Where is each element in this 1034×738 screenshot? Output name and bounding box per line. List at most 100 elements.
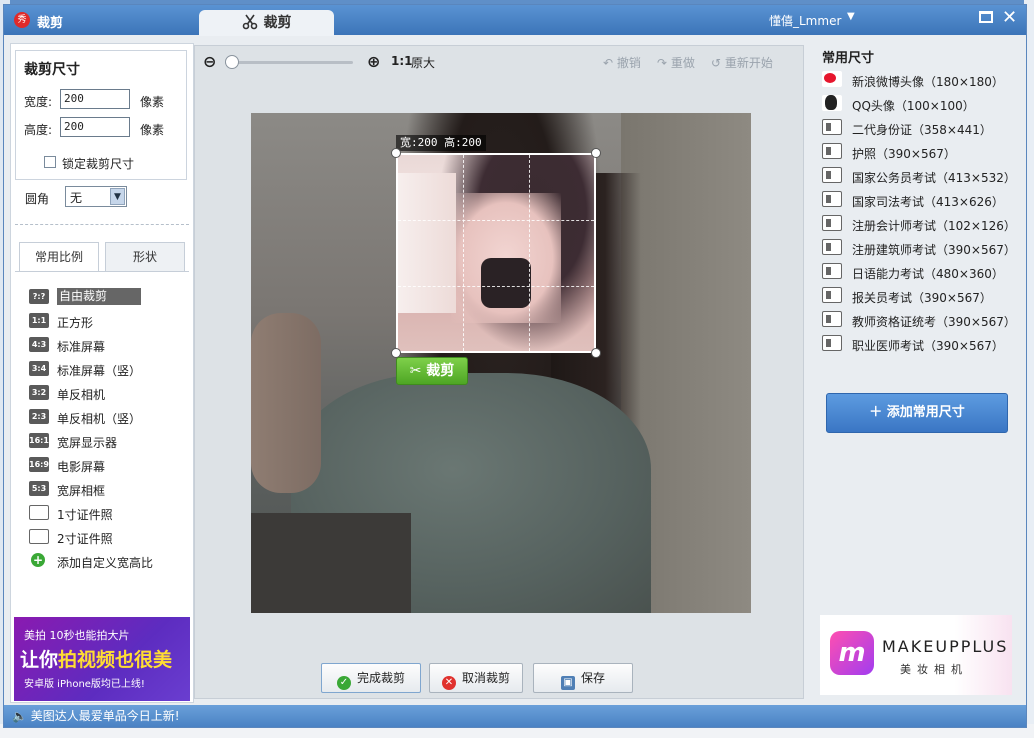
zoom-out-icon[interactable]: ⊖ (203, 52, 216, 71)
size-item-qq[interactable]: QQ头像（100×100） (822, 94, 1022, 114)
ratio-item-5-3[interactable]: 5:3 宽屏相框 (29, 479, 189, 499)
user-menu-caret-icon[interactable]: ▼ (847, 11, 855, 22)
ratio-label: 宽屏显示器 (57, 436, 118, 450)
ratio-item-square[interactable]: 1:1 正方形 (29, 311, 189, 331)
zoom-original-label[interactable]: 原大 (411, 54, 435, 71)
right-panel: 常用尺寸 新浪微博头像（180×180） QQ头像（100×100） 二代身份证… (812, 41, 1022, 701)
free-ratio-icon: ?:? (29, 289, 49, 304)
tab-shape[interactable]: 形状 (105, 242, 185, 272)
ad-title: MAKEUPPLUS (882, 637, 1009, 656)
ratio-4-3-icon: 4:3 (29, 337, 49, 352)
crop-handle-bottom-right[interactable] (591, 348, 601, 358)
ratio-item-2inch-photo[interactable]: 2寸证件照 (29, 527, 189, 547)
size-label: 注册会计师考试（102×126） (852, 219, 1016, 233)
save-button[interactable]: ▣ 保存 (533, 663, 633, 693)
undo-button[interactable]: ↶ 撤销 (603, 54, 641, 71)
add-custom-ratio[interactable]: + 添加自定义宽高比 (29, 551, 189, 571)
width-unit: 像素 (140, 95, 165, 109)
ratio-16-10-icon: 16:10 (29, 433, 54, 448)
tab-crop[interactable]: 裁剪 (199, 10, 334, 36)
zoom-toolbar: ⊖ ⊕ 1:1 原大 (203, 52, 453, 72)
tab-common-ratio[interactable]: 常用比例 (19, 242, 99, 272)
crop-handle-top-left[interactable] (391, 148, 401, 158)
photo-canvas[interactable]: 宽:200 高:200 ✂ 裁剪 (251, 113, 751, 613)
zoom-slider-thumb[interactable] (225, 55, 239, 69)
add-common-size-label: 添加常用尺寸 (886, 405, 965, 420)
size-label: 新浪微博头像（180×180） (852, 75, 1004, 89)
crop-size-title: 裁剪尺寸 (24, 62, 80, 78)
ratio-item-4-3[interactable]: 4:3 标准屏幕 (29, 335, 189, 355)
check-icon: ✓ (336, 676, 351, 690)
zoom-in-icon[interactable]: ⊕ (367, 52, 380, 71)
photo-arm (251, 313, 321, 493)
grid-line (398, 286, 594, 287)
ratio-item-16-9[interactable]: 16:9 电影屏幕 (29, 455, 189, 475)
user-name[interactable]: 懂僖_Lmmer (769, 12, 841, 29)
restart-button[interactable]: ↺ 重新开始 (711, 54, 773, 71)
redo-button[interactable]: ↷ 重做 (657, 54, 695, 71)
size-item-teacher[interactable]: 教师资格证统考（390×567） (822, 310, 1022, 330)
id-card-icon (822, 335, 842, 351)
ratio-item-free[interactable]: ?:? 自由裁剪 (29, 287, 189, 307)
ratio-item-3-4[interactable]: 3:4 标准屏幕（竖） (29, 359, 189, 379)
dropdown-arrow-icon[interactable]: ▼ (110, 188, 125, 205)
undo-label: 撤销 (616, 56, 641, 70)
id-card-icon (822, 143, 842, 159)
corner-select-value: 无 (70, 191, 83, 205)
ratio-label: 自由裁剪 (57, 288, 142, 305)
width-input[interactable]: 200 (60, 89, 130, 109)
ratio-item-1inch-photo[interactable]: 1寸证件照 (29, 503, 189, 523)
ratio-item-3-2[interactable]: 3:2 单反相机 (29, 383, 189, 403)
ratio-label: 1寸证件照 (57, 508, 113, 522)
ad-line-3: 安卓版 iPhone版均已上线! (24, 679, 145, 690)
id-card-icon (822, 263, 842, 279)
size-item-id-card[interactable]: 二代身份证（358×441） (822, 118, 1022, 138)
size-item-cpa[interactable]: 注册会计师考试（102×126） (822, 214, 1022, 234)
crop-frame[interactable] (396, 153, 596, 353)
save-label: 保存 (580, 671, 605, 685)
size-item-judicial[interactable]: 国家司法考试（413×626） (822, 190, 1022, 210)
save-icon: ▣ (560, 676, 575, 690)
scissors-icon: ✂ (409, 363, 427, 379)
size-item-passport[interactable]: 护照（390×567） (822, 142, 1022, 162)
height-input[interactable]: 200 (60, 117, 130, 137)
ratio-label: 电影屏幕 (57, 460, 106, 474)
speaker-icon: 🔈 (12, 709, 31, 723)
ratio-label: 正方形 (57, 316, 94, 330)
size-item-civil-service[interactable]: 国家公务员考试（413×532） (822, 166, 1022, 186)
maximize-button[interactable] (979, 11, 993, 23)
size-item-physician[interactable]: 职业医师考试（390×567） (822, 334, 1022, 354)
id-card-icon (822, 191, 842, 207)
makeupplus-ad[interactable]: m MAKEUPPLUS 美妆相机 (820, 615, 1012, 695)
crop-handle-top-right[interactable] (591, 148, 601, 158)
redo-icon: ↷ (657, 56, 671, 70)
meipai-ad-banner[interactable]: 美拍 10秒也能拍大片 让你拍视频也很美 安卓版 iPhone版均已上线! (14, 617, 190, 701)
size-item-architect[interactable]: 注册建筑师考试（390×567） (822, 238, 1022, 258)
zoom-slider[interactable] (225, 55, 353, 69)
scissors-icon (242, 14, 257, 30)
size-label: 护照（390×567） (852, 147, 956, 161)
lock-size-checkbox[interactable] (44, 156, 56, 168)
cancel-crop-button[interactable]: ✕ 取消裁剪 (429, 663, 523, 693)
size-item-customs[interactable]: 报关员考试（390×567） (822, 286, 1022, 306)
ratio-item-16-10[interactable]: 16:10 宽屏显示器 (29, 431, 189, 451)
size-item-weibo[interactable]: 新浪微博头像（180×180） (822, 70, 1022, 90)
ratio-item-2-3[interactable]: 2:3 单反相机（竖） (29, 407, 189, 427)
undo-icon: ↶ (603, 56, 617, 70)
lock-size-label[interactable]: 锁定裁剪尺寸 (62, 155, 134, 172)
ratio-label: 2寸证件照 (57, 532, 113, 546)
zoom-1-1-button[interactable]: 1:1 (391, 54, 413, 68)
app-logo-icon: 秀 (14, 12, 30, 28)
status-text[interactable]: 美图达人最爱单品今日上新! (31, 709, 180, 723)
corner-select[interactable]: 无 ▼ (65, 186, 127, 207)
close-button[interactable]: ✕ (1002, 7, 1017, 28)
ratio-16-9-icon: 16:9 (29, 457, 49, 472)
add-common-size-button[interactable]: ＋ 添加常用尺寸 (826, 393, 1008, 433)
size-item-jlpt[interactable]: 日语能力考试（480×360） (822, 262, 1022, 282)
done-crop-button[interactable]: ✓ 完成裁剪 (321, 663, 421, 693)
id-card-icon (29, 529, 49, 544)
weibo-icon (822, 71, 842, 87)
crop-apply-button[interactable]: ✂ 裁剪 (396, 357, 468, 385)
ad-subtitle: 美妆相机 (900, 663, 968, 676)
size-label: QQ头像（100×100） (852, 99, 975, 113)
